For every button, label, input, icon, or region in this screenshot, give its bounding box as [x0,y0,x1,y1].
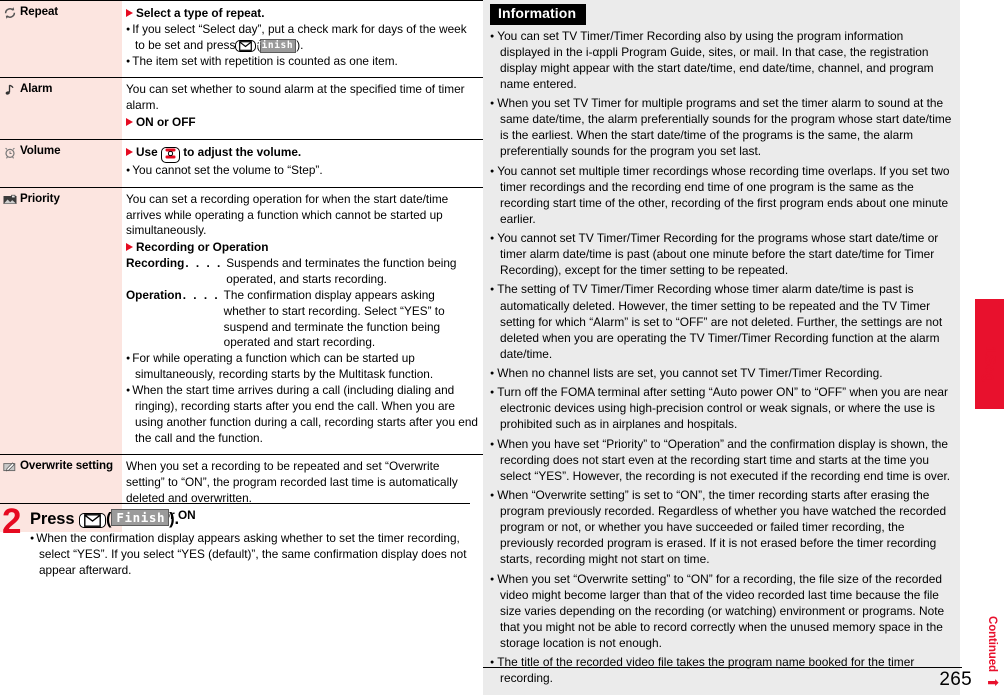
spec-label-text: Priority [20,191,60,205]
overwrite-icon [3,460,17,474]
continued-arrow-icon: ➡ [987,674,999,690]
list-item: When you set TV Timer for multiple progr… [490,95,953,160]
list-item: You cannot set TV Timer/Timer Recording … [490,230,953,278]
page-number: 265 [939,669,972,690]
table-row: Repeat Select a type of repeat. If you s… [0,0,485,78]
list-item: When you have set “Priority” to “Operati… [490,436,953,484]
picture-icon [3,193,17,207]
triangle-bullet-icon [126,243,133,252]
bullet-item: When the start time arrives during a cal… [126,383,479,446]
table-row: Alarm You can set whether to sound alarm… [0,77,485,140]
left-column: Repeat Select a type of repeat. If you s… [0,0,485,697]
definition-body: Suspends and terminates the function bei… [226,256,457,286]
description-text: You can set a recording operation for wh… [126,191,449,238]
mail-key-icon [78,513,106,528]
information-list: You can set TV Timer/Timer Recording als… [490,28,953,687]
softkey-label: Finish [255,38,297,53]
list-item: The setting of TV Timer/Timer Recording … [490,281,953,362]
settings-spec-table: Repeat Select a type of repeat. If you s… [0,0,485,532]
bullet-item: If you select “Select day”, put a check … [126,22,479,54]
definition-row: Operation . . . . The confirmation displ… [126,288,479,351]
description-text: When you set a recording to be repeated … [126,459,458,506]
definition-term: Operation [126,287,182,302]
alarm-clock-icon [3,145,17,159]
option-heading: ON or OFF [126,115,479,131]
bullet-item: You cannot set the volume to “Step”. [126,163,479,179]
nav-key-icon [160,147,180,163]
repeat-icon [3,6,17,20]
triangle-bullet-icon [126,9,133,17]
spec-label-priority: Priority [0,186,122,455]
manual-page: Repeat Select a type of repeat. If you s… [0,0,1004,697]
music-note-icon [3,83,17,97]
list-item: You can set TV Timer/Timer Recording als… [490,28,953,93]
spec-desc-volume: Use to adjust the volume. You cannot set… [122,139,485,188]
footer-divider [483,667,962,668]
list-item: When no channel lists are set, you canno… [490,365,953,381]
definition-row: Recording . . . . Suspends and terminate… [126,256,479,288]
spec-label-text: Repeat [20,5,59,18]
step-block-2: 2 Press (Finish). When the confirmation … [0,503,470,579]
mail-key-icon [235,39,257,52]
table-row: Priority You can set a recording operati… [0,186,485,455]
list-item: When you set “Overwrite setting” to “ON”… [490,571,953,652]
list-item: When “Overwrite setting” is set to “ON”,… [490,487,953,568]
list-item: You cannot set multiple timer recordings… [490,163,953,228]
continued-label: Continued [986,616,998,672]
definition-list: Recording . . . . Suspends and terminate… [126,256,479,351]
softkey-label: Finish [111,509,170,527]
spec-label-alarm: Alarm [0,77,122,140]
step-title: Press (Finish). [30,509,180,528]
spec-label-text: Overwrite setting [20,459,114,473]
option-heading: Use to adjust the volume. [126,145,479,163]
triangle-bullet-icon [126,118,133,127]
spec-label-text: Volume [20,144,61,158]
information-title: Information [490,4,587,25]
dot-leader: . . . . [185,256,223,271]
option-heading: Recording or Operation [126,240,479,256]
bullet-item: For while operating a function which can… [126,351,479,383]
spec-desc-priority: You can set a recording operation for wh… [122,186,485,455]
step-note: When the confirmation display appears as… [30,531,470,579]
section-tab-label: 1Seg [981,346,998,384]
spec-desc-alarm: You can set whether to sound alarm at th… [122,77,485,140]
information-panel: Information You can set TV Timer/Timer R… [483,0,960,696]
list-item: The title of the recorded video file tak… [490,654,953,686]
table-row: Volume Use to adjust the volume. You can… [0,139,485,188]
dot-leader: . . . . [182,287,220,302]
definition-body: The confirmation display appears asking … [223,287,445,350]
list-item: Turn off the FOMA terminal after setting… [490,384,953,432]
spec-label-volume: Volume [0,139,122,188]
option-heading: Select a type of repeat. [126,6,479,22]
bullet-item: The item set with repetition is counted … [126,54,479,70]
spec-label-text: Alarm [20,82,53,96]
spec-desc-repeat: Select a type of repeat. If you select “… [122,0,485,78]
description-text: You can set whether to sound alarm at th… [126,82,465,113]
step-number: 2 [2,502,22,541]
triangle-bullet-icon [126,148,133,157]
definition-term: Recording [126,256,185,271]
spec-label-repeat: Repeat [0,0,122,78]
